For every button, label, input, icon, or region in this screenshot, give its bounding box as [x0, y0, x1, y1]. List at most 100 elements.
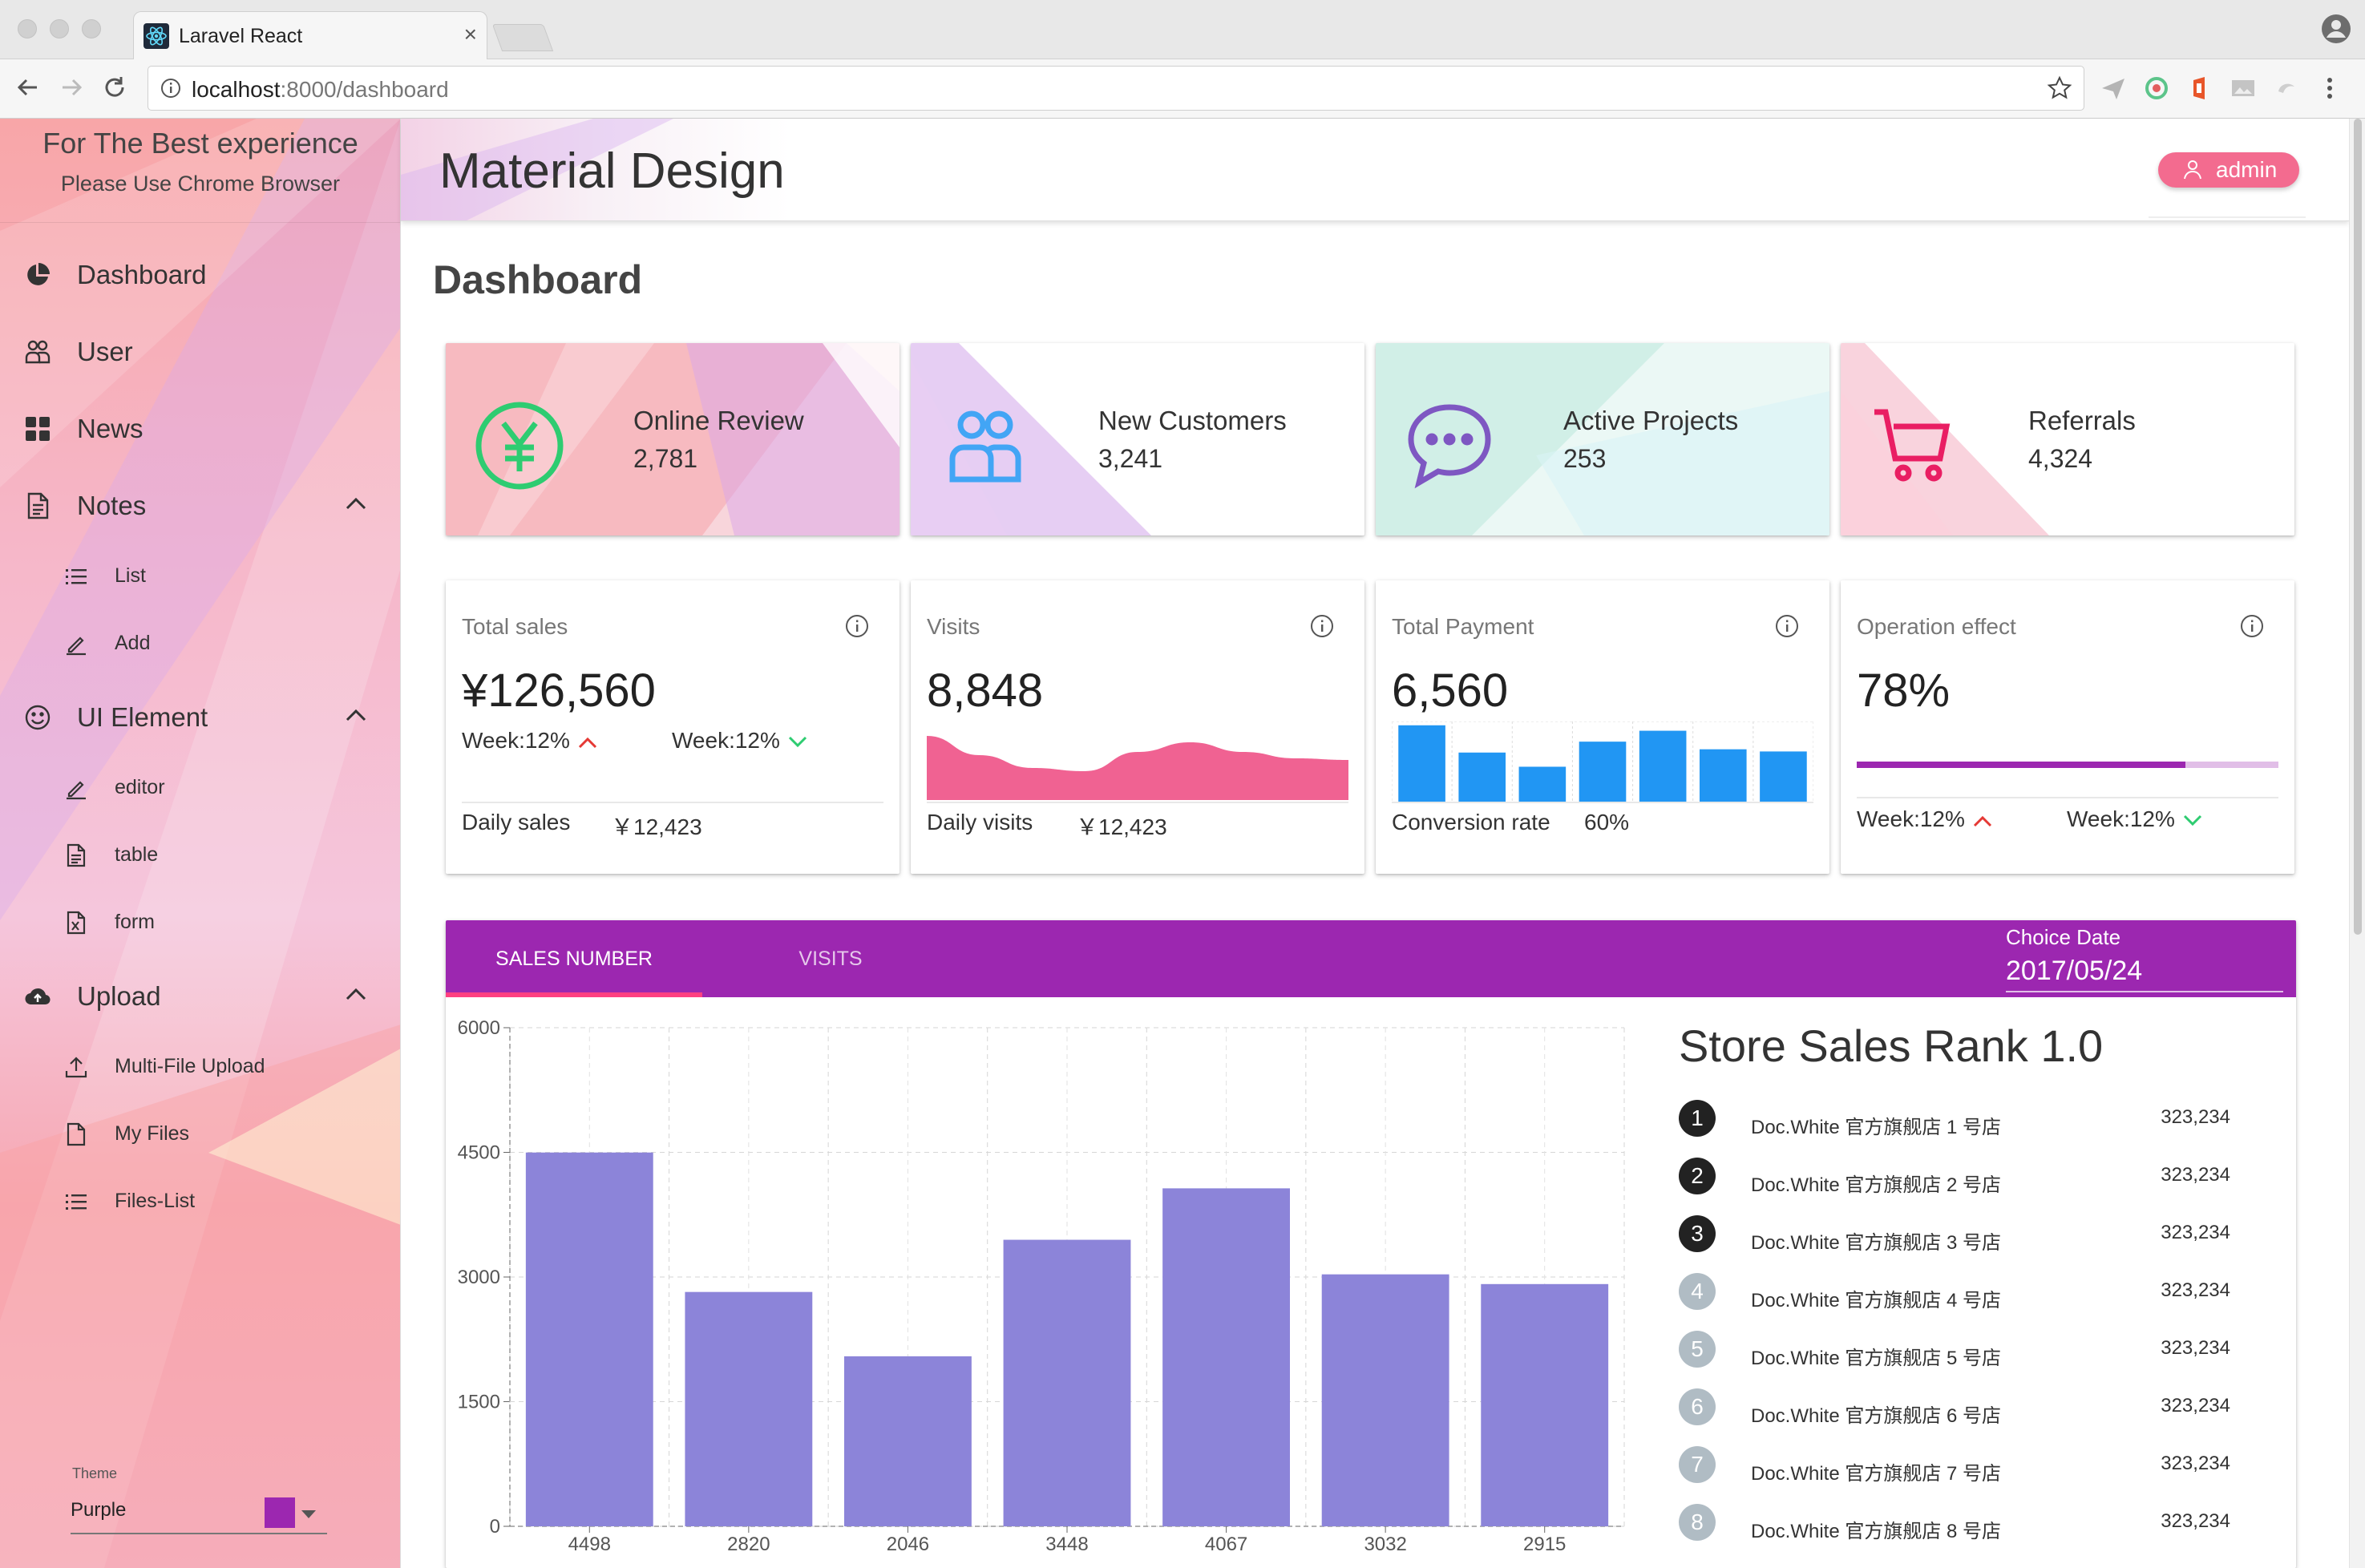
sidebar-item-ui-element[interactable]: UI Element — [0, 685, 400, 749]
stat-card-value: 4,324 — [2028, 444, 2093, 473]
sales-bar-chart: 0 1500 3000 4500 6000 4498 2820 2046 3448 4067 303… — [458, 1017, 1625, 1555]
window-zoom-dot[interactable] — [82, 19, 101, 38]
site-info-icon[interactable] — [160, 77, 182, 99]
sales-bar[interactable] — [1321, 1274, 1449, 1526]
payment-bar — [1458, 752, 1506, 802]
metric-card-total-sales: Total sales ¥126,560 Week:12% Week:12% D… — [446, 580, 900, 874]
progress-fill — [1857, 762, 2186, 768]
bookmark-star-icon[interactable] — [2047, 75, 2072, 101]
metric-divider — [1857, 797, 2278, 798]
address-bar[interactable]: localhost:8000/dashboard — [148, 66, 2084, 111]
chevron-up-icon[interactable] — [345, 986, 367, 1002]
metric-card-total-payment: Total Payment 6,560 Conversion rate 60% — [1376, 580, 1829, 874]
metric-card-value: 8,848 — [927, 665, 1044, 717]
sidebar-item-multi-file-upload[interactable]: Multi-File Upload — [0, 1039, 400, 1095]
metric-card-value: 6,560 — [1392, 665, 1509, 717]
choice-date-input[interactable]: 2017/05/24 — [2006, 956, 2142, 987]
y-tick-label: 1500 — [458, 1392, 500, 1413]
rank-store-name: Doc.White 官方旗舰店 5 号店 — [1751, 1348, 2002, 1369]
browser-tab[interactable]: Laravel React × — [133, 11, 487, 60]
chat-icon — [1405, 401, 1494, 491]
arrow-up-icon — [1973, 815, 1991, 826]
reload-icon[interactable] — [101, 74, 128, 101]
rank-store-value: 323,234 — [2161, 1106, 2230, 1128]
sales-bar[interactable] — [1003, 1239, 1131, 1526]
rank-store-value: 323,234 — [2161, 1510, 2230, 1532]
pencil-icon — [64, 776, 88, 800]
new-tab-button[interactable] — [491, 24, 554, 51]
sidebar-item-form[interactable]: form — [0, 895, 400, 951]
stat-card-referrals[interactable]: Referrals 4,324 — [1841, 343, 2294, 535]
extension-circle-icon[interactable] — [2144, 75, 2169, 101]
sales-panel: SALES NUMBER VISITS Choice Date 2017/05/… — [446, 920, 2296, 1568]
tab-close-icon[interactable]: × — [464, 22, 477, 47]
theme-select-underline — [71, 1533, 327, 1534]
metric-footer-label: Daily sales — [462, 810, 571, 835]
info-icon[interactable] — [845, 614, 869, 638]
metric-footer-value: 60% — [1584, 810, 1630, 835]
theme-select[interactable]: Purple — [71, 1499, 126, 1522]
sales-bar[interactable] — [844, 1356, 972, 1526]
sidebar-subitem-label: table — [115, 843, 159, 866]
sidebar-subitem-label: Files-List — [115, 1190, 196, 1212]
admin-user-button[interactable]: admin — [2158, 152, 2299, 188]
sidebar-item-files-list[interactable]: Files-List — [0, 1174, 400, 1230]
sidebar-item-dashboard[interactable]: Dashboard — [0, 242, 400, 306]
caret-down-icon[interactable] — [301, 1510, 316, 1518]
tab-visits[interactable]: VISITS — [702, 920, 959, 997]
extension-swirl-icon[interactable] — [2274, 75, 2299, 101]
stat-card-online-review[interactable]: Online Review 2,781 — [446, 343, 900, 535]
sidebar-subitem-label: Add — [115, 632, 151, 654]
rank-badge: 2 — [1679, 1158, 1716, 1194]
sales-bar[interactable] — [1481, 1283, 1609, 1526]
theme-color-swatch[interactable] — [265, 1497, 295, 1528]
scrollbar-thumb[interactable] — [2354, 119, 2362, 935]
back-arrow-icon[interactable] — [14, 74, 42, 101]
extension-image-icon[interactable] — [2230, 75, 2256, 101]
window-close-dot[interactable] — [18, 19, 37, 38]
cart-icon — [1870, 401, 1959, 491]
chevron-up-icon[interactable] — [345, 495, 367, 511]
sidebar-item-upload[interactable]: Upload — [0, 964, 400, 1028]
sales-bar[interactable] — [1162, 1188, 1290, 1526]
chevron-up-icon[interactable] — [345, 707, 367, 723]
info-icon[interactable] — [1310, 614, 1334, 638]
tab-sales-number[interactable]: SALES NUMBER — [446, 920, 702, 997]
stat-card-active-projects[interactable]: Active Projects 253 — [1376, 343, 1829, 535]
sidebar-item-notes[interactable]: Notes — [0, 473, 400, 537]
panel-tab-bar: SALES NUMBER VISITS Choice Date 2017/05/… — [446, 920, 2296, 997]
week-change-down: Week:12% — [2067, 806, 2202, 832]
extension-plane-icon[interactable] — [2100, 75, 2126, 101]
info-icon[interactable] — [1775, 614, 1799, 638]
sidebar-item-table[interactable]: table — [0, 827, 400, 883]
cloud-upload-icon — [24, 983, 51, 1010]
metric-footer-value: ￥12,423 — [611, 814, 702, 839]
browser-menu-icon[interactable] — [2323, 75, 2336, 101]
sidebar-item-my-files[interactable]: My Files — [0, 1106, 400, 1162]
stat-card-title: Referrals — [2028, 406, 2136, 435]
sidebar-item-editor[interactable]: editor — [0, 760, 400, 816]
rank-badge: 8 — [1679, 1504, 1716, 1541]
sales-bar[interactable] — [685, 1291, 813, 1526]
sidebar-item-notes-list[interactable]: List — [0, 548, 400, 604]
stat-card-new-customers[interactable]: New Customers 3,241 — [911, 343, 1364, 535]
rank-badge: 1 — [1679, 1100, 1716, 1137]
stat-card-value: 2,781 — [633, 444, 698, 473]
list-icon — [64, 564, 88, 588]
forward-arrow-icon[interactable] — [58, 74, 85, 101]
profile-icon[interactable] — [2320, 13, 2352, 45]
app-bar: Material Design admin — [401, 119, 2349, 221]
sales-bar[interactable] — [525, 1152, 653, 1526]
excel-file-icon — [64, 911, 88, 935]
rank-store-name: Doc.White 官方旗舰店 3 号店 — [1751, 1232, 2002, 1254]
upload-icon — [64, 1055, 88, 1079]
page-scrollbar[interactable] — [2349, 119, 2365, 1568]
window-minimize-dot[interactable] — [50, 19, 69, 38]
sidebar-item-notes-add[interactable]: Add — [0, 616, 400, 672]
pie-chart-icon — [24, 261, 51, 289]
sidebar-item-news[interactable]: News — [0, 396, 400, 460]
sidebar-item-user[interactable]: User — [0, 319, 400, 383]
info-icon[interactable] — [2240, 614, 2264, 638]
sidebar-item-label: Notes — [77, 491, 147, 520]
extension-office-icon[interactable] — [2187, 75, 2213, 101]
